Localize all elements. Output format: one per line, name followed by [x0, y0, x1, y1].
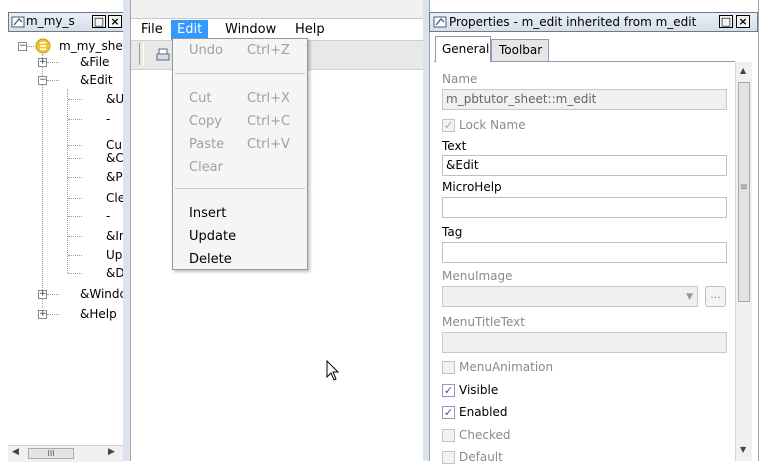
scroll-thumb[interactable]: III [28, 448, 74, 459]
tag-label: Tag [442, 225, 463, 239]
mouse-cursor-icon [326, 360, 340, 381]
tree-panel-titlebar[interactable]: m_my_s □ × [8, 12, 124, 32]
tree-item-insert[interactable]: &Ir [106, 227, 124, 245]
menu-item-clear[interactable]: Clear [173, 156, 307, 179]
name-label: Name [442, 72, 478, 86]
menubar-edit[interactable]: Edit [171, 20, 209, 40]
checked-label: Checked [459, 428, 511, 442]
enabled-checkbox[interactable]: ✓ [442, 406, 455, 419]
tree-item-separator-2[interactable]: - [106, 207, 110, 225]
menu-item-cut[interactable]: Cut Ctrl+X [173, 87, 307, 110]
tree-expander-window[interactable]: + [38, 290, 47, 299]
close-button[interactable]: × [108, 15, 122, 28]
menu-item-copy[interactable]: Copy Ctrl+C [173, 110, 307, 133]
scroll-left-arrow-icon[interactable]: ◀ [12, 447, 19, 457]
scroll-down-arrow-icon[interactable]: ▼ [740, 445, 746, 454]
menuimage-label: MenuImage [442, 269, 513, 283]
menuanimation-label: MenuAnimation [459, 360, 554, 374]
properties-maximize-button[interactable]: □ [719, 15, 733, 28]
menuanimation-checkbox[interactable] [442, 361, 455, 374]
scroll-grip: III [47, 449, 55, 458]
tree-item-copy[interactable]: &C [106, 149, 124, 167]
menutitletext-label: MenuTitleText [442, 315, 525, 329]
lock-name-label: Lock Name [459, 118, 526, 132]
tree-item-separator[interactable]: - [106, 110, 110, 128]
microhelp-field[interactable] [442, 197, 727, 218]
tree-root-expander[interactable]: − [18, 42, 27, 51]
properties-title: Properties - m_edit inherited from m_edi… [449, 15, 697, 29]
toolbar-grip [139, 43, 144, 65]
scroll-up-arrow-icon[interactable]: ▲ [740, 66, 746, 75]
menuimage-browse-button[interactable]: ... [705, 286, 726, 307]
tree-item-update[interactable]: Up [106, 246, 122, 264]
menu-item-undo[interactable]: Undo Ctrl+Z [173, 39, 307, 62]
window-icon [11, 16, 25, 28]
properties-titlebar[interactable]: Properties - m_edit inherited from m_edi… [429, 12, 758, 32]
visible-label: Visible [459, 383, 499, 397]
lock-name-checkbox[interactable]: ✓ [442, 119, 455, 132]
tree-item-edit[interactable]: &Edit [80, 71, 113, 89]
tree-item-undo[interactable]: &U [106, 90, 124, 108]
properties-left-divider [423, 0, 429, 461]
tree-expander-help[interactable]: + [38, 310, 47, 319]
menu-item-paste[interactable]: Paste Ctrl+V [173, 133, 307, 156]
menu-painter-divider [123, 0, 131, 461]
menu-item-insert[interactable]: Insert [173, 202, 307, 225]
tree-expander-file[interactable]: + [38, 58, 47, 67]
scroll-right-arrow-icon[interactable]: ▶ [108, 447, 115, 457]
enabled-label: Enabled [459, 405, 508, 419]
visible-checkbox[interactable]: ✓ [442, 384, 455, 397]
menu-object-icon [35, 38, 51, 54]
menubar-file[interactable]: File [135, 20, 169, 40]
tag-field[interactable] [442, 242, 727, 263]
properties-close-button[interactable]: × [736, 15, 750, 28]
text-label: Text [442, 139, 467, 153]
tab-toolbar[interactable]: Toolbar [491, 39, 549, 61]
edit-dropdown-menu: Undo Ctrl+Z Cut Ctrl+X Copy Ctrl+C Paste… [172, 38, 308, 270]
print-icon[interactable] [155, 47, 171, 63]
tree-expander-edit[interactable]: − [38, 76, 47, 85]
tree-item-help[interactable]: &Help [80, 305, 117, 323]
properties-window-icon [433, 16, 447, 28]
tree-horizontal-scrollbar[interactable]: ◀ III ▶ [8, 445, 123, 462]
default-label: Default [459, 450, 503, 464]
tree-item-file[interactable]: &File [80, 53, 109, 71]
tree-item-paste[interactable]: &P [106, 168, 123, 186]
tab-general[interactable]: General [435, 36, 491, 62]
properties-vertical-scrollbar[interactable]: ▲ ≡ ▼ [735, 62, 752, 461]
default-checkbox[interactable] [442, 451, 455, 464]
tree-panel-title: m_my_s [26, 14, 75, 28]
properties-scroll-thumb[interactable]: ≡ [738, 82, 750, 302]
menu-item-delete[interactable]: Delete [173, 248, 307, 271]
menutitletext-field [442, 332, 727, 353]
maximize-button[interactable]: □ [92, 15, 106, 28]
checked-checkbox[interactable] [442, 429, 455, 442]
name-field: m_pbtutor_sheet::m_edit [442, 89, 727, 110]
chevron-down-icon: ▼ [686, 292, 693, 302]
tree-item-delete[interactable]: &D [106, 264, 125, 282]
menubar-help[interactable]: Help [289, 20, 331, 40]
design-top-strip [131, 0, 423, 19]
tree-item-window[interactable]: &Windc [80, 285, 126, 303]
microhelp-label: MicroHelp [442, 180, 502, 194]
menuimage-dropdown[interactable]: ▼ [442, 286, 698, 307]
menubar-window[interactable]: Window [219, 20, 282, 40]
text-field[interactable]: &Edit [442, 155, 727, 176]
menu-item-update[interactable]: Update [173, 225, 307, 248]
